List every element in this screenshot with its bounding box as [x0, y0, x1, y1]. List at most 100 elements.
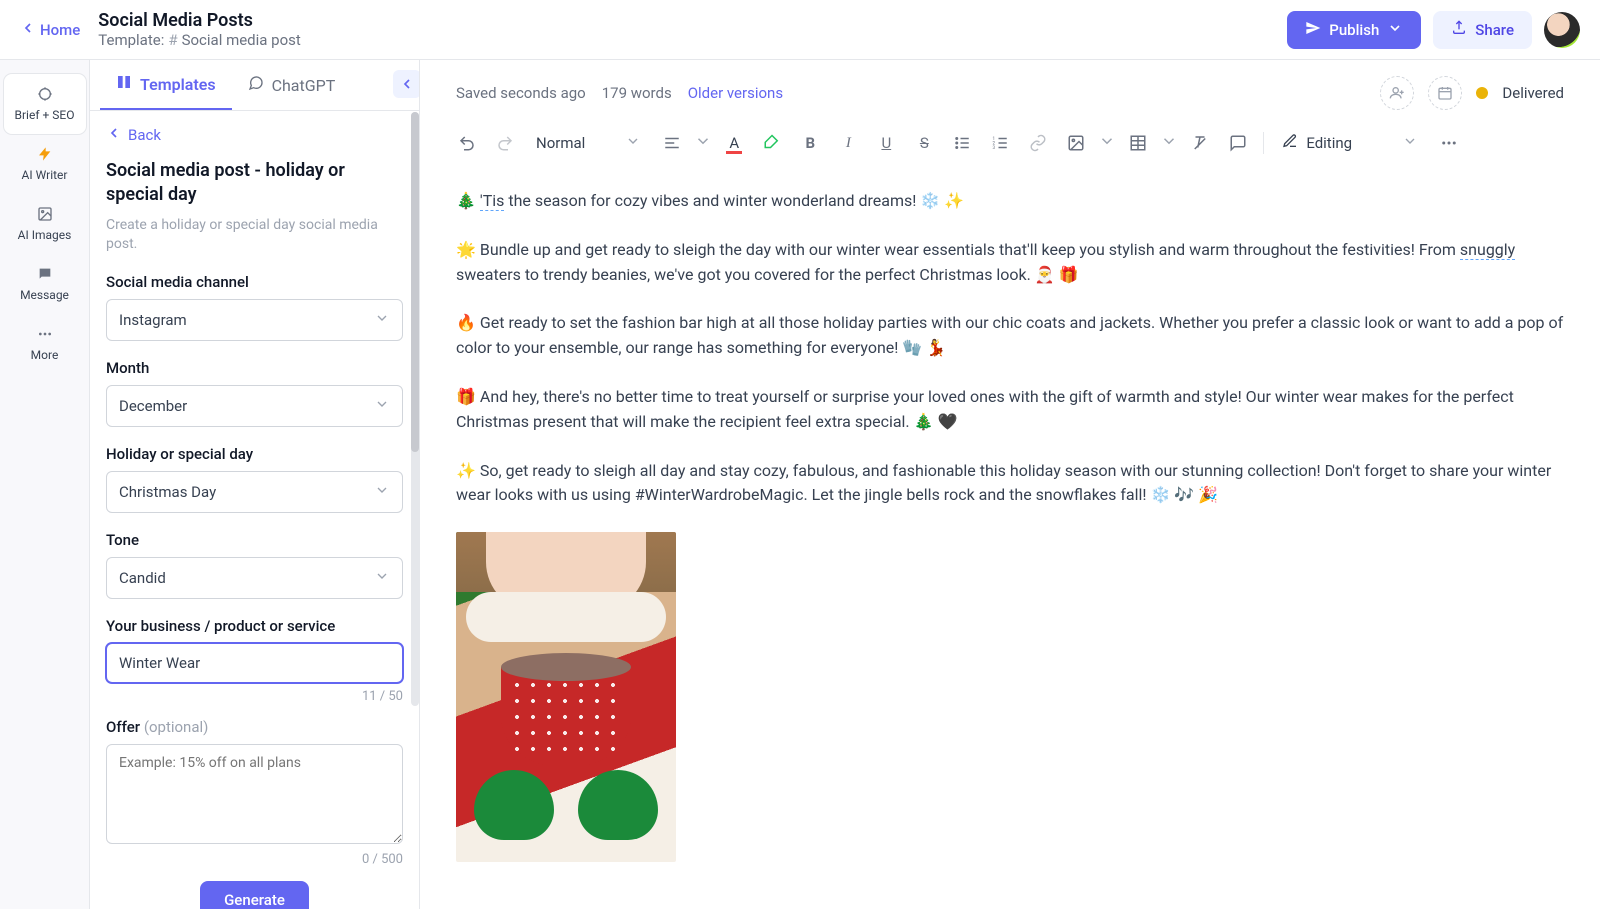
- table-chevron[interactable]: [1159, 126, 1179, 160]
- paragraph[interactable]: 🔥 Get ready to set the fashion bar high …: [456, 311, 1564, 361]
- home-link[interactable]: Home: [20, 20, 80, 40]
- status-text: Delivered: [1502, 84, 1564, 102]
- italic-button[interactable]: I: [831, 126, 865, 160]
- tab-templates[interactable]: Templates: [100, 60, 232, 110]
- editor-content[interactable]: 🎄 'Tis the season for cozy vibes and win…: [420, 175, 1600, 876]
- svg-text:3: 3: [993, 145, 996, 151]
- offer-textarea[interactable]: [106, 744, 403, 844]
- rail-item-message[interactable]: Message: [4, 254, 86, 314]
- input-value: Winter Wear: [119, 654, 200, 672]
- chevron-down-icon: [1402, 133, 1418, 153]
- select-value: Christmas Day: [119, 483, 216, 501]
- panel-tabs: Templates ChatGPT: [90, 60, 419, 111]
- word-count: 179 words: [602, 84, 672, 102]
- back-label: Back: [128, 126, 161, 144]
- business-input[interactable]: Winter Wear: [106, 643, 403, 683]
- chevron-down-icon: [374, 482, 390, 502]
- channel-label: Social media channel: [106, 273, 403, 291]
- home-label: Home: [40, 21, 80, 39]
- spelling-highlight[interactable]: 'Tis: [480, 191, 505, 211]
- generate-button[interactable]: Generate: [200, 881, 309, 909]
- align-chevron[interactable]: [693, 126, 713, 160]
- holiday-select[interactable]: Christmas Day: [106, 471, 403, 513]
- image-chevron[interactable]: [1097, 126, 1117, 160]
- back-link[interactable]: Back: [90, 111, 177, 153]
- holiday-label: Holiday or special day: [106, 445, 403, 463]
- underline-button[interactable]: U: [869, 126, 903, 160]
- tab-chatgpt[interactable]: ChatGPT: [232, 60, 352, 110]
- message-icon: [37, 266, 53, 282]
- chevron-left-icon: [106, 125, 122, 145]
- bullet-list-button[interactable]: [945, 126, 979, 160]
- paragraph[interactable]: ✨ So, get ready to sleigh all day and st…: [456, 459, 1564, 509]
- offer-label: Offer (optional): [106, 718, 403, 736]
- month-select[interactable]: December: [106, 385, 403, 427]
- select-value: December: [119, 397, 187, 415]
- target-icon: [37, 86, 53, 102]
- avatar[interactable]: [1544, 12, 1580, 48]
- rail-item-more[interactable]: More: [4, 314, 86, 374]
- text: sweaters to trendy beanies, we've got yo…: [456, 265, 1079, 284]
- text-style-dropdown[interactable]: Normal: [526, 126, 651, 160]
- comment-button[interactable]: [1221, 126, 1255, 160]
- rail-item-writer[interactable]: AI Writer: [4, 134, 86, 194]
- clear-format-button[interactable]: [1183, 126, 1217, 160]
- chevron-down-icon: [374, 310, 390, 330]
- rail-item-images[interactable]: AI Images: [4, 194, 86, 254]
- number-list-button[interactable]: 123: [983, 126, 1017, 160]
- image-fur: [466, 592, 666, 642]
- link-button[interactable]: [1021, 126, 1055, 160]
- editing-mode-dropdown[interactable]: Editing: [1272, 126, 1428, 160]
- send-icon: [1305, 20, 1321, 40]
- strikethrough-button[interactable]: S: [907, 126, 941, 160]
- align-button[interactable]: [655, 126, 689, 160]
- older-versions-link[interactable]: Older versions: [688, 84, 783, 102]
- rail-item-brief[interactable]: Brief + SEO: [4, 74, 86, 134]
- highlight-button[interactable]: [755, 126, 789, 160]
- editor: Saved seconds ago 179 words Older versio…: [420, 60, 1600, 909]
- bold-button[interactable]: B: [793, 126, 827, 160]
- hash-icon: #: [168, 31, 177, 49]
- text-color-button[interactable]: A: [717, 126, 751, 160]
- publish-label: Publish: [1329, 21, 1379, 39]
- tab-label: ChatGPT: [272, 76, 336, 95]
- share-label: Share: [1475, 21, 1514, 39]
- rail-label: More: [31, 348, 59, 362]
- channel-select[interactable]: Instagram: [106, 299, 403, 341]
- paragraph[interactable]: 🎄 'Tis the season for cozy vibes and win…: [456, 189, 1564, 214]
- share-button[interactable]: Share: [1433, 11, 1532, 49]
- style-value: Normal: [536, 134, 585, 152]
- text: 🌟 Bundle up and get ready to sleigh the …: [456, 240, 1460, 259]
- content-image[interactable]: [456, 532, 676, 862]
- spelling-highlight[interactable]: snuggly: [1460, 240, 1515, 260]
- chat-icon: [248, 75, 264, 95]
- tone-label: Tone: [106, 531, 403, 549]
- collapse-panel-button[interactable]: [393, 70, 420, 98]
- toolbar-separator: [1263, 132, 1264, 154]
- select-value: Instagram: [119, 311, 187, 329]
- panel-scrollbar-thumb[interactable]: [411, 112, 419, 452]
- title-block: Social Media Posts Template: # Social me…: [98, 10, 301, 49]
- publish-button[interactable]: Publish: [1287, 11, 1421, 49]
- table-button[interactable]: [1121, 126, 1155, 160]
- left-rail: Brief + SEO AI Writer AI Images Message …: [0, 60, 90, 909]
- template-panel: Templates ChatGPT Back Social media post…: [90, 60, 420, 909]
- image-mittens: [474, 770, 658, 840]
- redo-button[interactable]: [488, 126, 522, 160]
- upload-icon: [1451, 20, 1467, 40]
- editor-status-bar: Saved seconds ago 179 words Older versio…: [420, 60, 1600, 118]
- image-button[interactable]: [1059, 126, 1093, 160]
- tone-select[interactable]: Candid: [106, 557, 403, 599]
- offer-counter: 0 / 500: [106, 852, 403, 867]
- paragraph[interactable]: 🎁 And hey, there's no better time to tre…: [456, 385, 1564, 435]
- editing-label: Editing: [1306, 134, 1352, 152]
- add-person-icon[interactable]: [1380, 76, 1414, 110]
- templates-icon: [116, 74, 132, 94]
- calendar-icon[interactable]: [1428, 76, 1462, 110]
- paragraph[interactable]: 🌟 Bundle up and get ready to sleigh the …: [456, 238, 1564, 288]
- editor-status-right: Delivered: [1380, 76, 1564, 110]
- undo-button[interactable]: [450, 126, 484, 160]
- select-value: Candid: [119, 569, 166, 587]
- more-button[interactable]: [1432, 126, 1466, 160]
- panel-heading: Social media post - holiday or special d…: [106, 159, 403, 208]
